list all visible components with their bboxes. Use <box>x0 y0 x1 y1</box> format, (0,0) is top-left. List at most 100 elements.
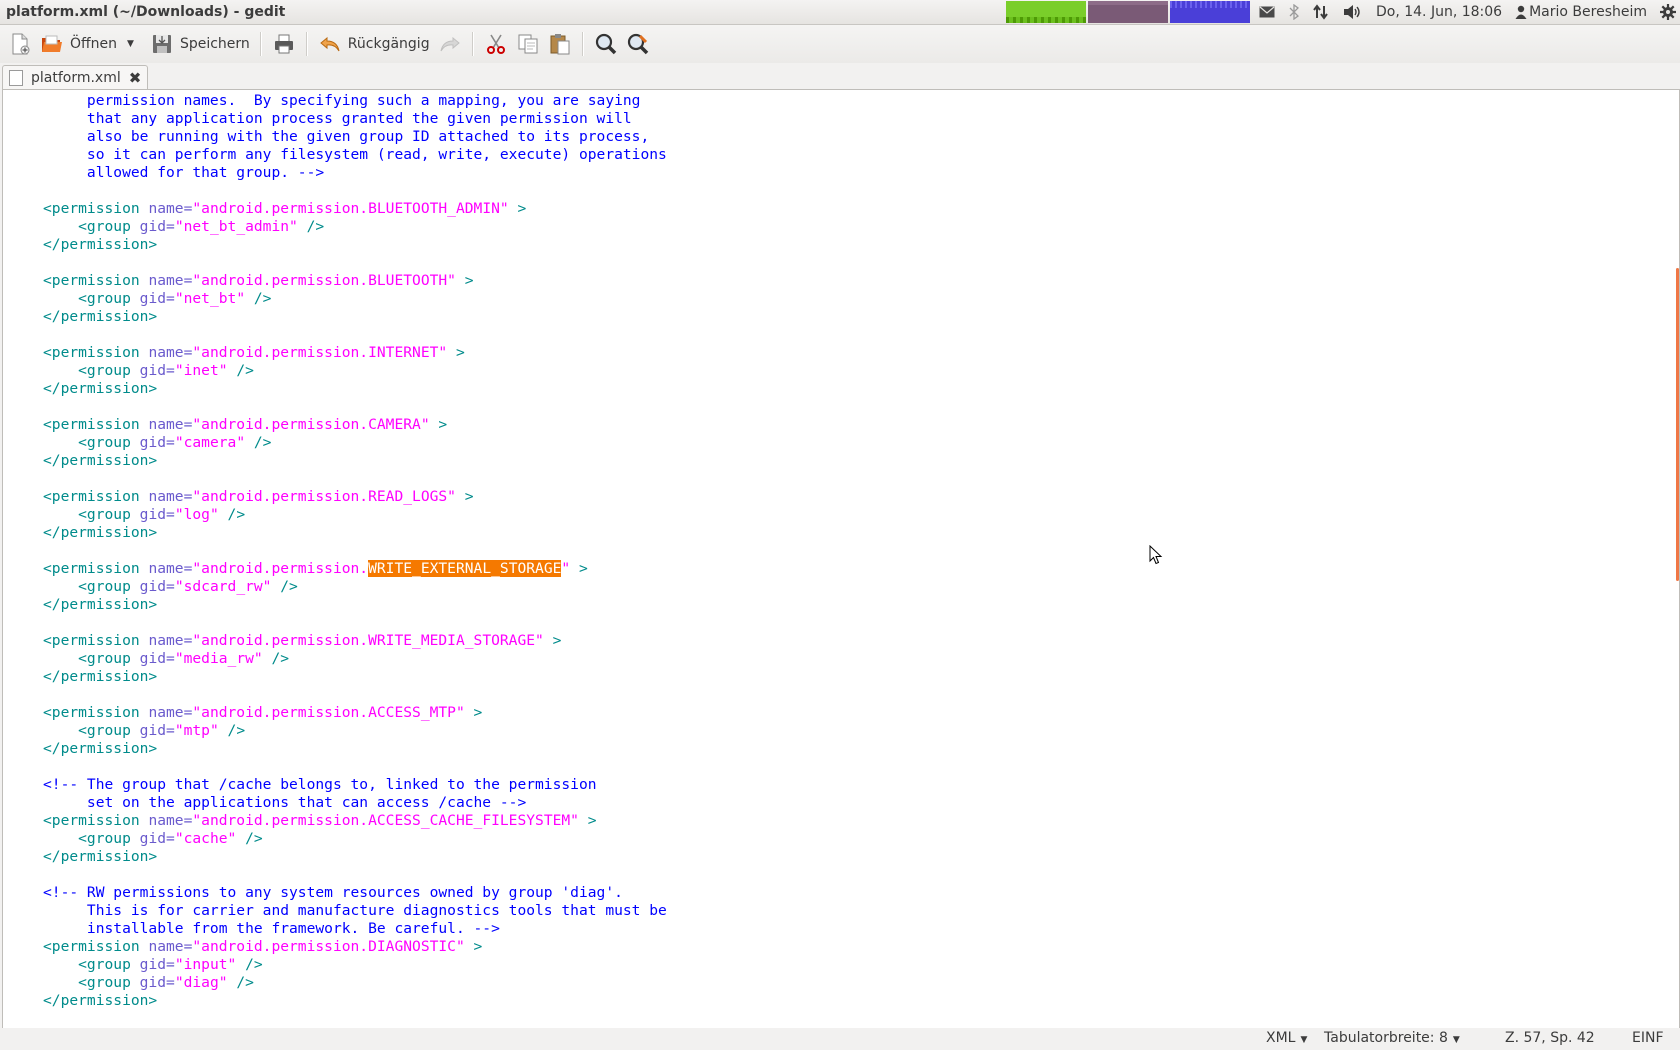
code-line[interactable]: <permission name="android.permission.INT… <box>43 344 667 362</box>
code-line[interactable]: <group gid="inet" /> <box>43 362 667 380</box>
code-line[interactable]: </permission> <box>43 308 667 326</box>
code-token: /> <box>245 290 272 307</box>
cut-button[interactable] <box>480 28 512 60</box>
redo-button[interactable] <box>434 28 466 60</box>
code-line[interactable]: </permission> <box>43 848 667 866</box>
code-token: <permission <box>43 344 149 361</box>
open-dropdown[interactable]: ▼ <box>121 28 140 60</box>
paste-button[interactable] <box>544 28 576 60</box>
find-button[interactable] <box>590 28 622 60</box>
save-label: Speichern <box>179 36 250 52</box>
code-line[interactable] <box>43 326 667 344</box>
code-token: gid= <box>139 650 175 667</box>
code-line[interactable]: also be running with the given group ID … <box>43 128 667 146</box>
code-line[interactable] <box>43 686 667 704</box>
code-token: > <box>464 938 483 955</box>
code-line[interactable]: <permission name="android.permission.DIA… <box>43 938 667 956</box>
code-line[interactable] <box>43 542 667 560</box>
save-icon <box>150 32 174 56</box>
code-line[interactable]: <group gid="net_bt" /> <box>43 290 667 308</box>
code-line[interactable]: </permission> <box>43 236 667 254</box>
open-button[interactable]: Öffnen <box>36 28 121 60</box>
code-line[interactable] <box>43 758 667 776</box>
code-token: gid= <box>139 578 175 595</box>
scrollbar[interactable] <box>1674 90 1679 1029</box>
window-title: platform.xml (~/Downloads) - gedit <box>6 4 286 20</box>
code-token: set on the applications that can access … <box>43 794 527 811</box>
text-editor[interactable]: permission names. By specifying such a m… <box>2 89 1680 1030</box>
code-line[interactable]: <group gid="camera" /> <box>43 434 667 452</box>
gear-icon[interactable] <box>1660 4 1676 20</box>
language-selector[interactable]: XML ▼ <box>1266 1030 1307 1046</box>
code-line[interactable] <box>43 182 667 200</box>
tab-width-label: Tabulatorbreite: 8 <box>1324 1030 1448 1046</box>
code-line[interactable]: <group gid="input" /> <box>43 956 667 974</box>
code-line[interactable]: </permission> <box>43 380 667 398</box>
code-line[interactable] <box>43 614 667 632</box>
code-token: <group <box>43 578 140 595</box>
code-token: "android.permission.ACCESS_MTP" <box>192 704 465 721</box>
print-button[interactable] <box>268 28 300 60</box>
find-replace-button[interactable] <box>622 28 654 60</box>
code-line[interactable]: </permission> <box>43 596 667 614</box>
code-line[interactable]: <group gid="net_bt_admin" /> <box>43 218 667 236</box>
code-line[interactable]: <permission name="android.permission.WRI… <box>43 560 667 578</box>
clock[interactable]: Do, 14. Jun, 18:06 <box>1376 4 1502 20</box>
cursor-position: Z. 57, Sp. 42 <box>1505 1030 1595 1046</box>
code-line[interactable]: so it can perform any filesystem (read, … <box>43 146 667 164</box>
code-token: "net_bt_admin" <box>174 218 298 235</box>
code-token: <!-- RW permissions to any system resour… <box>43 884 623 901</box>
code-line[interactable]: <permission name="android.permission.BLU… <box>43 200 667 218</box>
code-line[interactable]: <group gid="media_rw" /> <box>43 650 667 668</box>
scrollbar-thumb[interactable] <box>1676 268 1679 581</box>
close-icon[interactable]: ✖ <box>129 69 142 87</box>
code-line[interactable] <box>43 470 667 488</box>
code-token: <group <box>43 722 140 739</box>
code-line[interactable] <box>43 398 667 416</box>
code-view[interactable]: permission names. By specifying such a m… <box>43 92 667 1010</box>
mail-icon[interactable] <box>1259 6 1275 18</box>
code-line[interactable]: <group gid="sdcard_rw" /> <box>43 578 667 596</box>
code-line[interactable]: <!-- The group that /cache belongs to, l… <box>43 776 667 794</box>
memory-graph[interactable] <box>1088 1 1168 23</box>
volume-icon[interactable] <box>1343 4 1363 20</box>
tab-width-selector[interactable]: Tabulatorbreite: 8 ▼ <box>1324 1030 1460 1046</box>
code-line[interactable]: <group gid="log" /> <box>43 506 667 524</box>
code-line[interactable]: <permission name="android.permission.ACC… <box>43 704 667 722</box>
code-token: name= <box>148 560 193 577</box>
code-line[interactable]: permission names. By specifying such a m… <box>43 92 667 110</box>
code-line[interactable]: <group gid="diag" /> <box>43 974 667 992</box>
network-icon[interactable] <box>1313 4 1329 20</box>
cpu-graph[interactable] <box>1006 1 1086 23</box>
code-line[interactable]: allowed for that group. --> <box>43 164 667 182</box>
new-document-button[interactable] <box>4 28 36 60</box>
code-line[interactable]: installable from the framework. Be caref… <box>43 920 667 938</box>
tab-platform-xml[interactable]: platform.xml ✖ <box>2 65 148 90</box>
code-line[interactable]: </permission> <box>43 740 667 758</box>
code-line[interactable]: that any application process granted the… <box>43 110 667 128</box>
code-line[interactable]: <permission name="android.permission.ACC… <box>43 812 667 830</box>
bluetooth-icon[interactable] <box>1289 4 1299 20</box>
code-line[interactable]: This is for carrier and manufacture diag… <box>43 902 667 920</box>
code-line[interactable]: </permission> <box>43 452 667 470</box>
code-line[interactable]: <permission name="android.permission.BLU… <box>43 272 667 290</box>
copy-button[interactable] <box>512 28 544 60</box>
undo-button[interactable]: Rückgängig <box>314 28 434 60</box>
code-line[interactable] <box>43 254 667 272</box>
user-name[interactable]: Mario Beresheim <box>1529 4 1647 20</box>
save-button[interactable]: Speichern <box>146 28 254 60</box>
code-token: > <box>508 200 527 217</box>
code-line[interactable]: <permission name="android.permission.CAM… <box>43 416 667 434</box>
code-line[interactable]: set on the applications that can access … <box>43 794 667 812</box>
top-panel: platform.xml (~/Downloads) - gedit Do, 1… <box>0 0 1680 25</box>
code-line[interactable]: <!-- RW permissions to any system resour… <box>43 884 667 902</box>
code-line[interactable]: </permission> <box>43 668 667 686</box>
code-line[interactable] <box>43 866 667 884</box>
code-line[interactable]: </permission> <box>43 524 667 542</box>
network-graph[interactable] <box>1170 1 1250 23</box>
code-line[interactable]: <permission name="android.permission.REA… <box>43 488 667 506</box>
code-line[interactable]: </permission> <box>43 992 667 1010</box>
code-line[interactable]: <permission name="android.permission.WRI… <box>43 632 667 650</box>
code-line[interactable]: <group gid="cache" /> <box>43 830 667 848</box>
code-line[interactable]: <group gid="mtp" /> <box>43 722 667 740</box>
